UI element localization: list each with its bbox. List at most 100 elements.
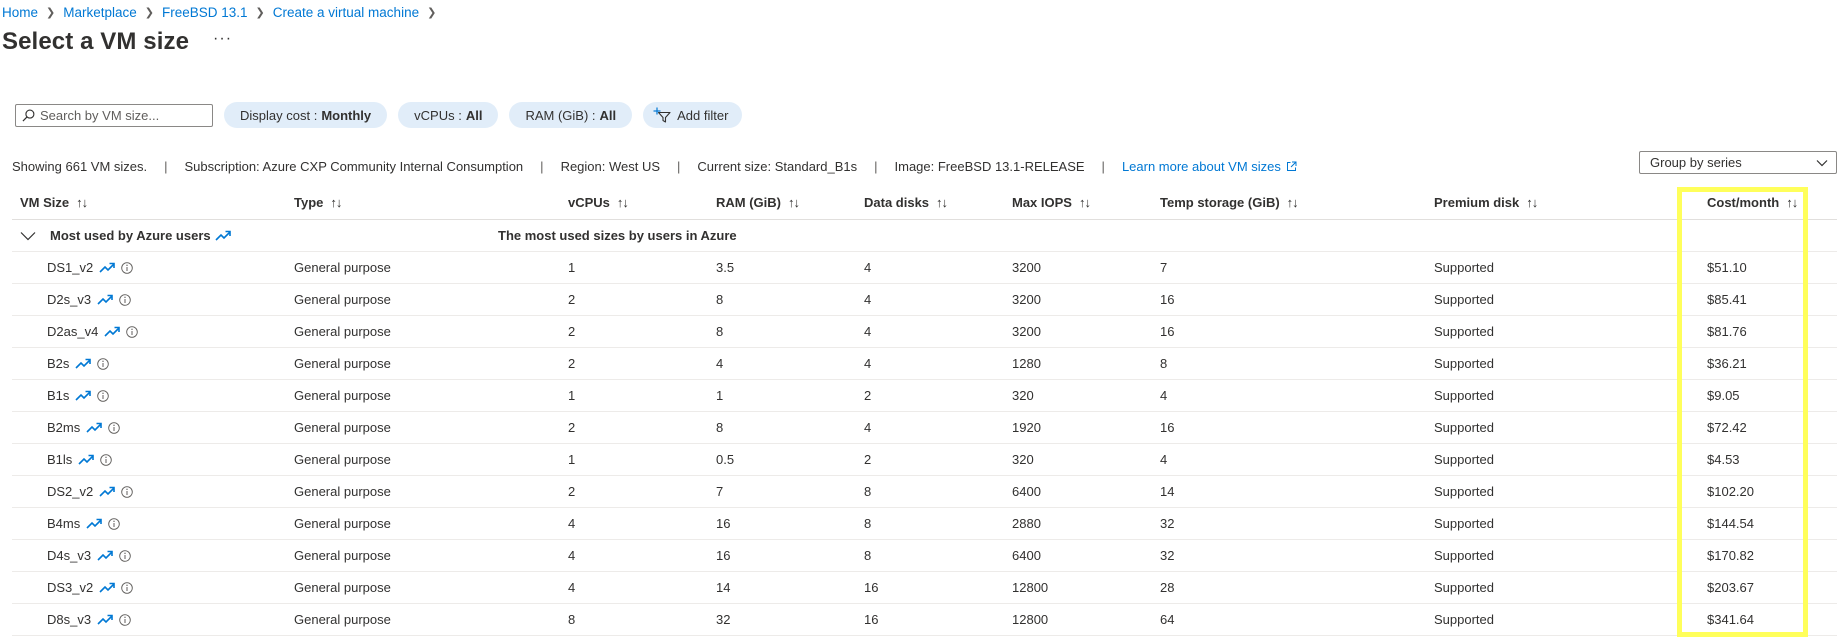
table-row[interactable]: D2s_v3 General purpose 2 8 4 3200 16 Supported $…	[12, 284, 1837, 316]
region-info: Region: West US	[560, 159, 661, 174]
learn-more-link[interactable]: Learn more about VM sizes	[1122, 159, 1297, 174]
display-cost-filter[interactable]: Display cost : Monthly	[224, 102, 388, 128]
vcpus-cell: 8	[568, 612, 576, 627]
add-filter-button[interactable]: Add filter	[643, 102, 743, 128]
table-row[interactable]: D2as_v4 General purpose 2 8 4 3200 16 Supported…	[12, 316, 1837, 348]
data-disks-cell: 4	[864, 324, 872, 339]
ram-cell: 16	[716, 548, 731, 563]
type-cell: General purpose	[294, 324, 391, 339]
temp-storage-cell: 4	[1160, 452, 1168, 467]
table-row[interactable]: D4s_v3 General purpose 4 16 8 6400 32 Supported…	[12, 540, 1837, 572]
breadcrumb-create-vm[interactable]: Create a virtual machine	[273, 5, 419, 20]
vcpus-cell: 4	[568, 548, 576, 563]
vm-size-table: VM Size ↑↓ Type ↑↓ vCPUs ↑↓ RAM (GiB) ↑↓ Dat…	[12, 186, 1837, 636]
max-iops-cell: 320	[1012, 388, 1034, 403]
vcpus-cell: 4	[568, 516, 576, 531]
table-row[interactable]: B2s General purpose 2 4 4 1280 8 Supported $36.2…	[12, 348, 1837, 380]
breadcrumb-home[interactable]: Home	[2, 5, 38, 20]
info-icon[interactable]	[126, 325, 139, 338]
vm-size-cell: DS1_v2	[47, 252, 139, 283]
info-icon[interactable]	[108, 421, 120, 434]
column-header-premium-disk[interactable]: Premium disk ↑↓	[1434, 186, 1538, 219]
group-by-select[interactable]: Group by series	[1639, 151, 1837, 174]
data-disks-cell: 4	[864, 260, 872, 275]
max-iops-cell: 3200	[1012, 260, 1041, 275]
type-cell: General purpose	[294, 452, 391, 467]
max-iops-cell: 3200	[1012, 324, 1041, 339]
data-disks-cell: 8	[864, 548, 872, 563]
vm-size-icons	[86, 517, 126, 530]
vm-size-icons	[104, 325, 144, 338]
table-header: VM Size ↑↓ Type ↑↓ vCPUs ↑↓ RAM (GiB) ↑↓ Dat…	[12, 186, 1837, 220]
add-filter-icon	[653, 107, 671, 123]
table-row[interactable]: D8s_v3 General purpose 8 32 16 12800 64 Support…	[12, 604, 1837, 636]
vm-size-icons	[99, 261, 139, 274]
info-icon[interactable]	[119, 613, 131, 626]
premium-disk-cell: Supported	[1434, 324, 1494, 339]
info-icon[interactable]	[119, 293, 131, 306]
column-header-cost[interactable]: Cost/month ↑↓	[1707, 186, 1798, 219]
column-header-ram[interactable]: RAM (GiB) ↑↓	[716, 186, 800, 219]
table-row[interactable]: B2ms General purpose 2 8 4 1920 16 Supported $72…	[12, 412, 1837, 444]
sort-icon: ↑↓	[76, 195, 88, 210]
type-cell: General purpose	[294, 548, 391, 563]
column-header-vm-size[interactable]: VM Size ↑↓	[20, 186, 88, 219]
more-options-button[interactable]: ···	[213, 30, 232, 48]
vm-size-icons	[97, 549, 137, 562]
table-row[interactable]: DS1_v2 General purpose 1 3.5 4 3200 7 Supported…	[12, 252, 1837, 284]
group-header-row[interactable]: Most used by Azure users The most used s…	[12, 220, 1837, 252]
column-header-max-iops[interactable]: Max IOPS ↑↓	[1012, 186, 1091, 219]
info-icon[interactable]	[119, 549, 131, 562]
cost-cell: $51.10	[1707, 260, 1747, 275]
cost-cell: $170.82	[1707, 548, 1754, 563]
data-disks-cell: 4	[864, 292, 872, 307]
ram-filter[interactable]: RAM (GiB) : All	[509, 102, 633, 128]
temp-storage-cell: 8	[1160, 356, 1168, 371]
temp-storage-cell: 64	[1160, 612, 1175, 627]
trending-icon	[75, 390, 92, 401]
trending-icon	[78, 454, 95, 465]
info-icon[interactable]	[121, 485, 134, 498]
table-row[interactable]: B1ls General purpose 1 0.5 2 320 4 Supported $4.…	[12, 444, 1837, 476]
chevron-right-icon: ❯	[255, 7, 265, 19]
sort-icon: ↑↓	[1286, 195, 1299, 210]
column-header-vcpus[interactable]: vCPUs ↑↓	[568, 186, 629, 219]
column-header-temp-storage[interactable]: Temp storage (GiB) ↑↓	[1160, 186, 1299, 219]
table-row[interactable]: B1s General purpose 1 1 2 320 4 Supported $9.05	[12, 380, 1837, 412]
data-disks-cell: 8	[864, 484, 872, 499]
data-disks-cell: 16	[864, 580, 879, 595]
info-icon[interactable]	[121, 261, 134, 274]
breadcrumb-freebsd[interactable]: FreeBSD 13.1	[162, 5, 248, 20]
info-icon[interactable]	[108, 517, 120, 530]
info-icon[interactable]	[97, 389, 110, 402]
max-iops-cell: 3200	[1012, 292, 1041, 307]
title-row: Select a VM size ···	[2, 28, 232, 56]
cost-cell: $9.05	[1707, 388, 1740, 403]
search-input[interactable]	[40, 107, 200, 123]
table-row[interactable]: DS2_v2 General purpose 2 7 8 6400 14 Supported $…	[12, 476, 1837, 508]
learn-more-label: Learn more about VM sizes	[1121, 159, 1281, 174]
type-cell: General purpose	[294, 388, 391, 403]
column-header-type[interactable]: Type ↑↓	[294, 186, 342, 219]
data-disks-cell: 2	[864, 388, 872, 403]
info-icon[interactable]	[100, 453, 113, 466]
search-box[interactable]	[15, 103, 213, 127]
cost-cell: $341.64	[1707, 612, 1754, 627]
max-iops-cell: 1920	[1012, 420, 1041, 435]
trending-icon	[97, 550, 113, 561]
column-header-data-disks[interactable]: Data disks ↑↓	[864, 186, 948, 219]
vcpus-filter[interactable]: vCPUs : All	[398, 102, 499, 128]
cost-cell: $36.21	[1707, 356, 1747, 371]
group-name[interactable]: Most used by Azure users	[20, 220, 245, 251]
info-icon[interactable]	[121, 581, 134, 594]
cost-cell: $4.53	[1707, 452, 1740, 467]
table-row[interactable]: DS3_v2 General purpose 4 14 16 12800 28 Support…	[12, 572, 1837, 604]
table-row[interactable]: B4ms General purpose 4 16 8 2880 32 Supported $1…	[12, 508, 1837, 540]
premium-disk-cell: Supported	[1434, 612, 1494, 627]
cost-cell: $102.20	[1707, 484, 1754, 499]
vm-size-cell: DS2_v2	[47, 476, 139, 507]
info-icon[interactable]	[97, 357, 110, 370]
breadcrumb-marketplace[interactable]: Marketplace	[63, 5, 137, 20]
ram-cell: 8	[716, 292, 724, 307]
vm-size-cell: B1s	[47, 380, 115, 411]
